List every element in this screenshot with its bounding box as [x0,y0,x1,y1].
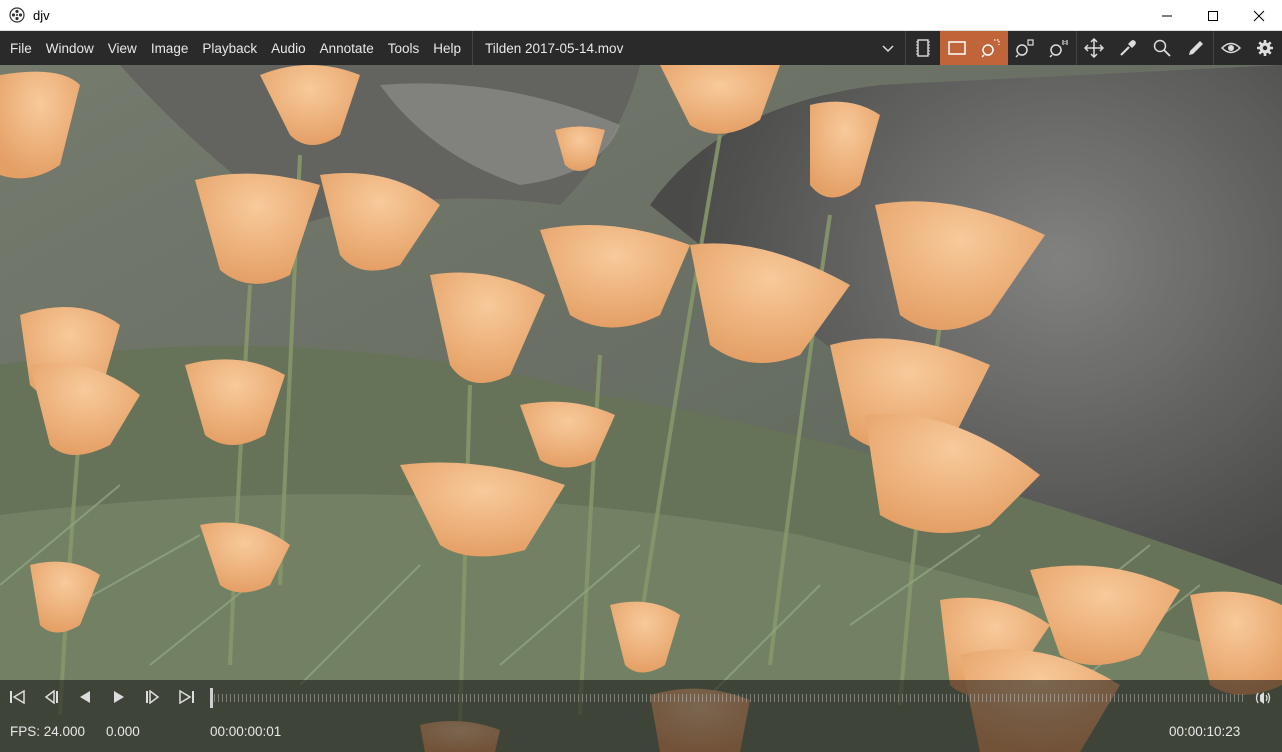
djv-logo-icon [9,7,25,23]
menu-playback[interactable]: Playback [195,31,264,65]
menu-separator [471,31,473,65]
magnify-icon [1153,39,1171,57]
playhead[interactable] [210,688,213,708]
menu-view[interactable]: View [101,31,144,65]
view-toolbar [871,31,1282,65]
fps-label: FPS: 24.000 [10,724,86,739]
menu-file[interactable]: File [0,31,39,65]
step-forward-icon [146,690,160,704]
menu-help[interactable]: Help [426,31,468,65]
timeline-scrubber[interactable] [210,688,1246,708]
maximize-button[interactable] [1190,0,1236,31]
frame-view-button[interactable] [906,31,940,65]
fill-view-button[interactable] [940,31,974,65]
end-time: 00:00:10:23 [1169,724,1241,739]
current-time[interactable]: 00:00:00:01 [210,724,281,739]
video-frame-image [0,65,1282,752]
color-picker-icon [1120,40,1136,56]
skip-to-start-icon [10,690,25,704]
pan-tool-button[interactable] [1077,31,1111,65]
play-forward-button[interactable] [102,680,136,714]
file-dropdown-button[interactable] [871,31,905,65]
color-picker-button[interactable] [1111,31,1145,65]
chevron-down-icon [882,45,894,53]
title-bar: djv [0,0,1282,31]
visibility-button[interactable] [1214,31,1248,65]
menu-tools[interactable]: Tools [381,31,427,65]
zoom-reset-icon [1049,40,1068,58]
menu-window[interactable]: Window [39,31,101,65]
close-button[interactable] [1236,0,1282,31]
zoom-reset-button[interactable] [1042,31,1076,65]
transport-controls [0,680,204,714]
menu-annotate[interactable]: Annotate [313,31,381,65]
zoom-fit-icon [981,39,1000,58]
zoom-fit-button[interactable] [974,31,1008,65]
window-title: djv [33,7,50,23]
playback-speed: 0.000 [106,724,140,739]
image-viewport[interactable] [0,65,1282,752]
current-file-title[interactable]: Tilden 2017-05-14.mov [477,41,623,56]
menu-bar: File Window View Image Playback Audio An… [0,31,1282,65]
menu-image[interactable]: Image [144,31,196,65]
step-back-icon [44,690,58,704]
play-reverse-icon [80,691,90,703]
close-icon [1253,10,1265,21]
audio-button[interactable] [1254,688,1274,708]
eye-icon [1221,42,1241,54]
minimize-button[interactable] [1144,0,1190,31]
next-frame-button[interactable] [136,680,170,714]
skip-to-end-icon [179,690,194,704]
speaker-icon [1255,692,1271,704]
play-icon [114,691,124,703]
app-window: djv File Window View Image Playback Audi… [0,0,1282,752]
settings-gear-icon [1257,40,1273,56]
zoom-frame-button[interactable] [1008,31,1042,65]
play-reverse-button[interactable] [68,680,102,714]
annotate-pen-button[interactable] [1179,31,1213,65]
frame-ticks [210,694,1246,702]
go-to-start-button[interactable] [0,680,34,714]
settings-button[interactable] [1248,31,1282,65]
zoom-frame-icon [1015,39,1034,58]
maximize-icon [1208,10,1218,21]
menu-audio[interactable]: Audio [264,31,313,65]
pan-move-icon [1084,38,1104,58]
go-to-end-button[interactable] [170,680,204,714]
pen-icon [1189,41,1203,55]
prev-frame-button[interactable] [34,680,68,714]
film-frame-icon [916,39,930,57]
minimize-icon [1162,15,1172,16]
frame-rect-icon [948,41,966,55]
timeline-panel: FPS: 24.000 0.000 00:00:00:01 00:00:10:2… [0,680,1282,752]
magnify-tool-button[interactable] [1145,31,1179,65]
